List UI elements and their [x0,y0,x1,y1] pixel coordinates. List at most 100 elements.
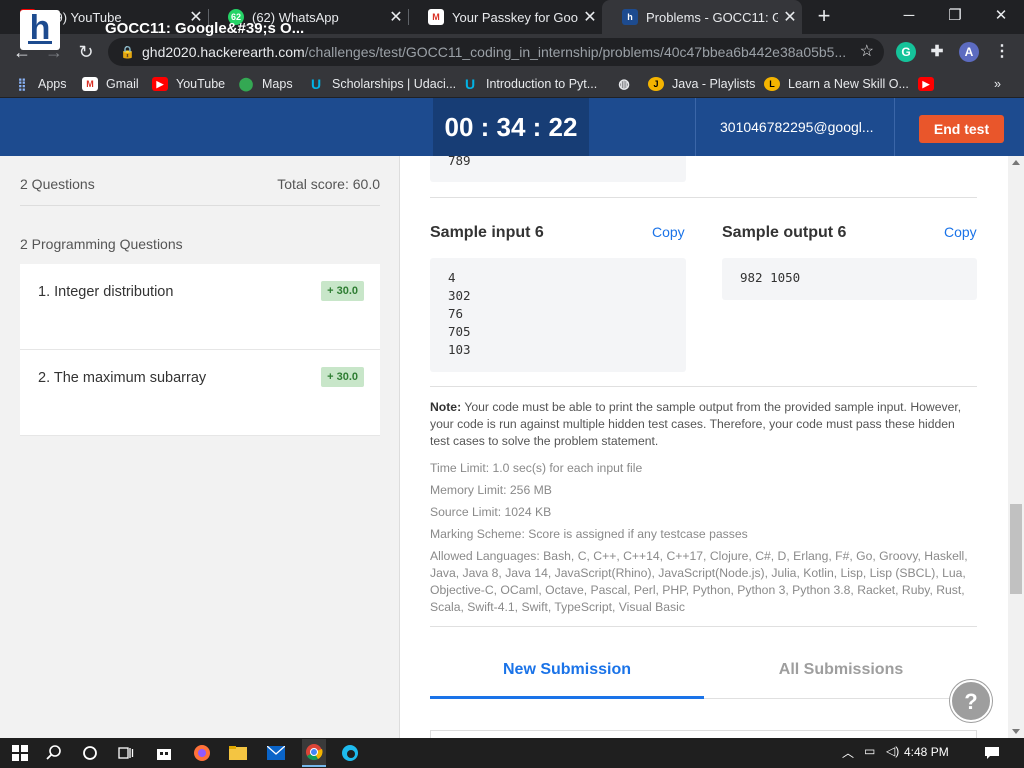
tab-new-submission[interactable]: New Submission [430,661,704,679]
bookmark-star-icon[interactable]: ☆ [860,38,874,66]
windows-taskbar: ︿ ▭ ◁) 4:48 PM [0,738,1024,768]
countdown-timer: 00 : 34 : 22 [433,98,589,156]
questions-sidebar: 2 Questions Total score: 60.0 2 Programm… [0,156,400,738]
hackerearth-logo[interactable]: h [20,10,60,50]
reload-icon[interactable]: ↻ [74,40,98,64]
bookmark-label: Gmail [106,77,139,91]
notifications-icon[interactable] [982,743,1002,763]
previous-sample-output: 789 [430,156,686,182]
bookmark-label: YouTube [176,77,226,91]
scrollbar-thumb[interactable] [1010,504,1022,594]
bookmark-globe[interactable]: ◍ [616,74,640,94]
restore-button[interactable]: ❐ [932,0,978,34]
minimize-button[interactable]: ─ [886,0,932,34]
cortana-icon[interactable] [80,743,100,763]
youtube-icon: ▶ [918,77,934,91]
youtube-icon: ▶ [152,77,168,91]
tab-title: Problems - GOCC11: Goo [646,9,778,25]
bookmark-label: Learn a New Skill O... [788,77,909,91]
network-icon[interactable]: ▭ [864,744,875,758]
tray-chevron-icon[interactable]: ︿ [842,744,854,761]
lock-icon: 🔒 [120,45,135,59]
sample-output-title: Sample output 6 [722,224,847,241]
test-title: GOCC11: Google&#39;s O... [105,20,305,37]
bookmark-apps[interactable]: ⣿ Apps [14,74,67,94]
sample-output-box: 982 1050 [722,258,977,300]
bookmark-maps[interactable]: ⬤ Maps [238,74,293,94]
close-icon[interactable]: ✕ [384,7,408,27]
java-icon: J [648,77,664,91]
browser-tab-gmail[interactable]: M Your Passkey for Google' ✕ [408,0,602,34]
profile-avatar[interactable]: A [959,42,979,62]
new-tab-button[interactable]: + [812,4,836,28]
copy-output-button[interactable]: Copy [944,224,977,240]
copy-input-button[interactable]: Copy [652,224,685,240]
mail-icon[interactable] [266,743,286,763]
bookmark-gmail[interactable]: M Gmail [82,74,139,94]
bookmarks-bar: ⣿ Apps M Gmail ▶ YouTube ⬤ Maps U Schola… [0,70,1024,98]
questions-summary: 2 Questions Total score: 60.0 [20,176,380,206]
browser-tab-problems[interactable]: h Problems - GOCC11: Goo ✕ [602,0,802,34]
volume-icon[interactable]: ◁) [886,744,899,758]
url-path: /challenges/test/GOCC11_coding_in_intern… [304,44,847,60]
grammarly-icon[interactable]: G [896,42,916,62]
bookmark-label: Java - Playlists [672,77,756,91]
scroll-up-icon[interactable] [1012,160,1020,165]
windows-start-icon[interactable] [10,743,30,763]
bookmark-label: Scholarships | Udaci... [332,77,457,91]
close-icon[interactable]: ✕ [578,7,602,27]
menu-icon[interactable]: ⋮ [992,42,1012,62]
browser-toolbar: ← → ↻ 🔒 ghd2020.hackerearth.com/challeng… [0,34,1024,70]
close-icon[interactable]: ✕ [778,7,802,27]
memory-limit: Memory Limit: 256 MB [430,483,552,497]
bookmark-java-playlists[interactable]: J Java - Playlists [648,74,755,94]
tab-all-submissions[interactable]: All Submissions [704,661,978,679]
hackerearth-icon: h [622,9,638,25]
clock[interactable]: 4:48 PM [904,745,949,759]
bookmark-label: Maps [262,77,293,91]
bookmark-label: Introduction to Pyt... [486,77,598,91]
bookmarks-overflow-icon[interactable]: » [994,74,1001,94]
edge-icon[interactable] [340,743,360,763]
search-icon[interactable] [44,743,64,763]
help-button[interactable]: ? [950,680,992,722]
page-scrollbar[interactable] [1008,156,1024,738]
active-tab-indicator [430,696,704,699]
note-text: Note: Your code must be able to print th… [430,399,977,450]
score-badge: + 30.0 [321,367,364,387]
time-limit: Time Limit: 1.0 sec(s) for each input fi… [430,461,643,475]
sample-input-title: Sample input 6 [430,224,544,241]
task-view-icon[interactable] [116,743,136,763]
bookmark-scholarships[interactable]: U Scholarships | Udaci... [308,74,456,94]
sample-input-box: 4 302 76 705 103 [430,258,686,372]
address-bar[interactable]: 🔒 ghd2020.hackerearth.com/challenges/tes… [108,38,884,66]
section-title: 2 Programming Questions [20,236,183,252]
file-explorer-icon[interactable] [228,743,248,763]
learn-icon: L [764,77,780,91]
question-item[interactable]: 1. Integer distribution + 30.0 [20,264,380,350]
note-label: Note: [430,400,462,414]
score-badge: + 30.0 [321,281,364,301]
code-editor[interactable] [430,730,977,738]
store-icon[interactable] [154,743,174,763]
close-window-button[interactable]: ✕ [978,0,1024,34]
chrome-taskbar-icon[interactable] [302,739,326,767]
bookmark-learn-skill[interactable]: L Learn a New Skill O... [764,74,909,94]
note-body: Your code must be able to print the samp… [430,400,962,448]
globe-icon: ◍ [618,76,630,91]
tab-title: Your Passkey for Google' [452,9,578,25]
scroll-down-icon[interactable] [1012,729,1020,734]
question-label: 2. The maximum subarray [38,370,207,386]
end-test-button[interactable]: End test [919,115,1004,143]
maps-icon: ⬤ [238,76,254,91]
firefox-icon[interactable] [192,743,212,763]
question-item[interactable]: 2. The maximum subarray + 30.0 [20,350,380,436]
user-email[interactable]: 301046782295@googl... [720,98,874,156]
udacity-icon: U [310,76,322,92]
bookmark-intro-python[interactable]: U Introduction to Pyt... [462,74,597,94]
source-limit: Source Limit: 1024 KB [430,505,552,519]
gmail-icon: M [82,77,98,91]
bookmark-youtube[interactable]: ▶ YouTube [152,74,225,94]
extensions-icon[interactable]: ✚ [927,42,947,62]
bookmark-youtube-2[interactable]: ▶ [918,74,942,94]
